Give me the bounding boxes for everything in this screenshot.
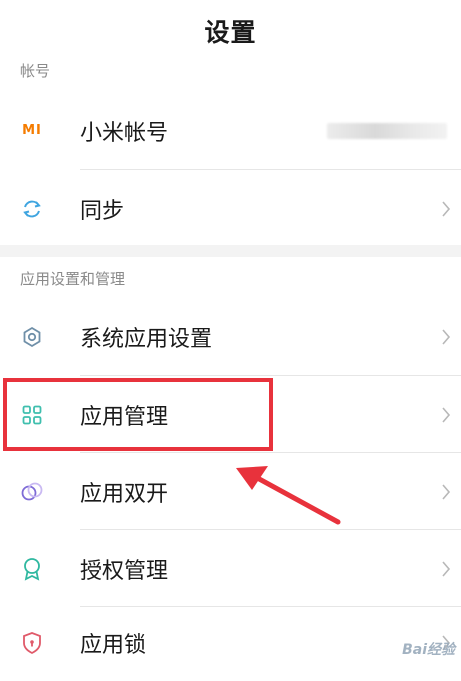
chevron-right-icon	[442, 483, 451, 500]
chevron-right-icon	[442, 200, 451, 217]
chevron-right-icon	[442, 406, 451, 423]
chevron-right-icon	[442, 560, 451, 577]
row-permissions[interactable]: 授权管理	[0, 530, 461, 607]
row-label: 应用锁	[80, 632, 147, 658]
shield-icon	[20, 631, 44, 655]
chevron-right-icon	[442, 328, 451, 345]
row-label: 授权管理	[80, 558, 169, 584]
highlight-box	[3, 378, 273, 451]
gear-icon	[20, 325, 44, 349]
row-app-lock[interactable]: 应用锁	[0, 604, 461, 681]
annotation-arrow	[236, 466, 341, 525]
row-label: 小米帐号	[80, 120, 169, 146]
dual-circle-icon	[20, 480, 44, 504]
row-label: 应用双开	[80, 481, 169, 507]
title-bar: 设置	[0, 0, 461, 64]
row-system-app-settings[interactable]: 系统应用设置	[0, 298, 461, 375]
blurred-account-value	[327, 122, 447, 139]
sync-icon	[20, 197, 44, 221]
row-sync[interactable]: 同步	[0, 170, 461, 247]
watermark: Bai经验	[402, 642, 455, 658]
row-mi-account[interactable]: MI 小米帐号	[0, 92, 461, 169]
section-separator	[0, 245, 461, 257]
row-label: 系统应用设置	[80, 326, 213, 352]
page-title: 设置	[204, 18, 257, 47]
mi-logo-icon: MI	[22, 123, 42, 138]
row-label: 同步	[80, 198, 125, 224]
badge-icon	[20, 557, 44, 581]
section-label-account: 帐号	[20, 62, 51, 80]
section-label-apps: 应用设置和管理	[20, 270, 126, 288]
